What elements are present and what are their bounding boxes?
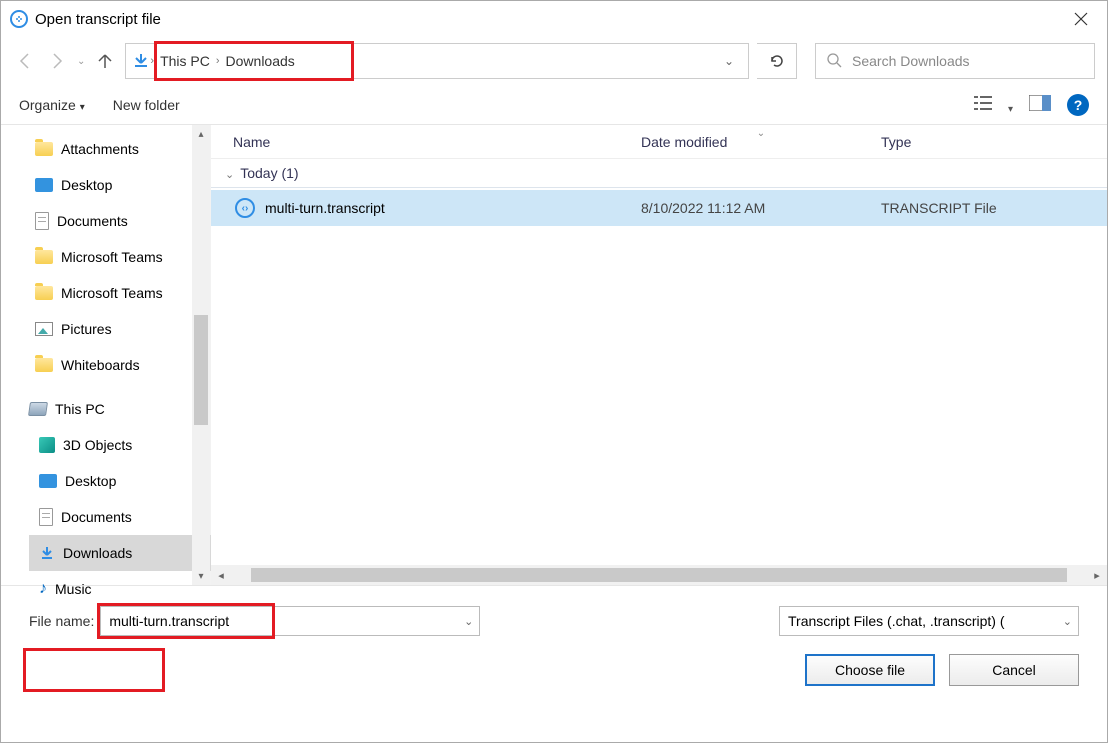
downloads-icon xyxy=(39,545,55,561)
nav-row: ⌄ › This PC › Downloads ⌄ Search Downloa… xyxy=(1,37,1107,85)
new-folder-button[interactable]: New folder xyxy=(113,97,180,113)
tree-item-teams2[interactable]: Microsoft Teams xyxy=(29,275,211,311)
scroll-down-icon[interactable]: ▾ xyxy=(192,567,210,585)
folder-icon xyxy=(35,250,53,264)
annotation-highlight xyxy=(23,648,165,692)
chevron-down-icon: ⌄ xyxy=(225,169,234,181)
back-button[interactable] xyxy=(13,49,37,73)
folder-icon xyxy=(35,142,53,156)
tree-item-whiteboards[interactable]: Whiteboards xyxy=(29,347,211,383)
file-date: 8/10/2022 11:12 AM xyxy=(641,200,881,216)
refresh-button[interactable] xyxy=(757,43,797,79)
folder-icon xyxy=(35,358,53,372)
pc-icon xyxy=(28,402,48,416)
downloads-icon xyxy=(132,52,150,73)
toolbar: Organize ▾ New folder ▾ ? xyxy=(1,85,1107,125)
scroll-thumb[interactable] xyxy=(251,568,1067,582)
scroll-right-icon[interactable]: ▸ xyxy=(1087,569,1107,582)
close-button[interactable] xyxy=(1063,1,1099,37)
filter-label: Transcript Files (.chat, .transcript) ( xyxy=(788,613,1005,629)
breadcrumb-downloads[interactable]: Downloads xyxy=(220,53,301,69)
file-list-panel: Name ⌄Date modified Type ⌄Today (1) ‹› m… xyxy=(211,125,1107,585)
filename-value: multi-turn.transcript xyxy=(109,613,229,629)
tree-item-teams[interactable]: Microsoft Teams xyxy=(29,239,211,275)
address-dropdown[interactable]: ⌄ xyxy=(716,54,742,68)
music-icon: ♪ xyxy=(39,580,47,598)
document-icon xyxy=(35,212,49,230)
three-d-icon xyxy=(39,437,55,453)
column-headers: Name ⌄Date modified Type xyxy=(211,125,1107,159)
chevron-down-icon[interactable]: ⌄ xyxy=(1063,615,1072,628)
pictures-icon xyxy=(35,322,53,336)
tree-item-pictures[interactable]: Pictures xyxy=(29,311,211,347)
tree-panel: Attachments Desktop Documents Microsoft … xyxy=(1,125,211,585)
search-placeholder: Search Downloads xyxy=(852,53,970,69)
help-button[interactable]: ? xyxy=(1067,94,1089,116)
filename-input[interactable]: multi-turn.transcript ⌄ xyxy=(100,606,480,636)
search-icon xyxy=(826,52,842,71)
file-row[interactable]: ‹› multi-turn.transcript 8/10/2022 11:12… xyxy=(211,190,1107,226)
choose-file-button[interactable]: Choose file xyxy=(805,654,935,686)
cancel-button[interactable]: Cancel xyxy=(949,654,1079,686)
scroll-left-icon[interactable]: ◂ xyxy=(211,569,231,582)
sort-desc-icon: ⌄ xyxy=(757,128,765,139)
organize-menu[interactable]: Organize ▾ xyxy=(19,97,85,113)
column-date[interactable]: ⌄Date modified xyxy=(641,134,881,150)
forward-button[interactable] xyxy=(45,49,69,73)
file-name: multi-turn.transcript xyxy=(265,200,385,216)
tree-item-documents2[interactable]: Documents xyxy=(29,499,211,535)
tree-item-attachments[interactable]: Attachments xyxy=(29,131,211,167)
tree-item-3dobjects[interactable]: 3D Objects xyxy=(29,427,211,463)
main-area: Attachments Desktop Documents Microsoft … xyxy=(1,125,1107,585)
tree-item-desktop2[interactable]: Desktop xyxy=(29,463,211,499)
desktop-icon xyxy=(39,474,57,488)
breadcrumb-thispc[interactable]: This PC xyxy=(154,53,216,69)
tree-scrollbar[interactable]: ▴ ▾ xyxy=(192,125,210,585)
file-type: TRANSCRIPT File xyxy=(881,200,1031,216)
up-button[interactable] xyxy=(93,49,117,73)
transcript-icon: ‹› xyxy=(235,198,255,218)
app-icon xyxy=(9,9,29,29)
tree-item-thispc[interactable]: This PC xyxy=(29,391,211,427)
view-options-button[interactable]: ▾ xyxy=(974,94,1013,115)
filename-label: File name: xyxy=(29,613,94,629)
document-icon xyxy=(39,508,53,526)
column-name[interactable]: Name xyxy=(211,134,641,150)
titlebar: Open transcript file xyxy=(1,1,1107,37)
tree-item-music[interactable]: ♪Music xyxy=(29,571,211,607)
recent-locations-dropdown[interactable]: ⌄ xyxy=(77,56,85,67)
tree-item-downloads[interactable]: Downloads xyxy=(29,535,211,571)
search-input[interactable]: Search Downloads xyxy=(815,43,1095,79)
scroll-thumb[interactable] xyxy=(194,315,208,425)
scroll-up-icon[interactable]: ▴ xyxy=(192,125,210,143)
chevron-down-icon[interactable]: ⌄ xyxy=(464,615,473,628)
desktop-icon xyxy=(35,178,53,192)
folder-icon xyxy=(35,286,53,300)
window-title: Open transcript file xyxy=(35,11,161,28)
horizontal-scrollbar[interactable]: ◂ ▸ xyxy=(211,565,1107,585)
filetype-filter[interactable]: Transcript Files (.chat, .transcript) ( … xyxy=(779,606,1079,636)
preview-pane-button[interactable] xyxy=(1029,95,1051,114)
column-type[interactable]: Type xyxy=(881,134,1031,150)
tree-item-documents[interactable]: Documents xyxy=(29,203,211,239)
tree-item-desktop[interactable]: Desktop xyxy=(29,167,211,203)
address-bar[interactable]: › This PC › Downloads ⌄ xyxy=(125,43,749,79)
group-today[interactable]: ⌄Today (1) xyxy=(211,159,1107,188)
